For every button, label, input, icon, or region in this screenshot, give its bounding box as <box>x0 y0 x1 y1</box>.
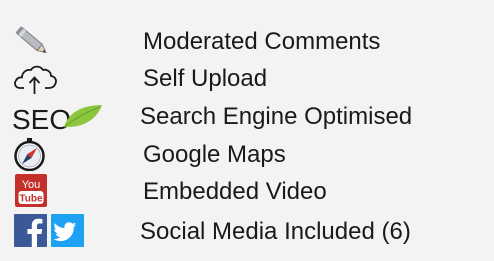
feature-row-embedded-video: You Tube Embedded Video <box>4 174 490 208</box>
twitter-icon <box>51 214 84 247</box>
feature-label: Social Media Included (6) <box>140 218 411 245</box>
feature-label: Embedded Video <box>143 178 327 205</box>
feature-row-seo: SEO Search Engine Optimised <box>4 99 490 133</box>
pencil-icon <box>12 24 102 58</box>
feature-label: Moderated Comments <box>143 28 381 55</box>
seo-leaf-icon: SEO <box>12 99 102 133</box>
youtube-icon: You Tube <box>12 174 102 208</box>
cloud-upload-icon <box>12 61 102 95</box>
feature-label: Google Maps <box>143 141 286 168</box>
facebook-twitter-icons <box>12 214 102 248</box>
youtube-text-bottom: Tube <box>19 194 43 205</box>
feature-label: Self Upload <box>143 65 268 92</box>
youtube-text-top: You <box>22 179 41 191</box>
feature-row-google-maps: Google Maps <box>4 137 490 171</box>
feature-row-social-media: Social Media Included (6) <box>4 214 490 248</box>
facebook-icon <box>14 214 47 247</box>
feature-label: Search Engine Optimised <box>140 103 413 130</box>
features-panel: Moderated Comments Self Upload SEO Searc… <box>4 4 490 257</box>
seo-text: SEO <box>12 104 71 133</box>
feature-row-moderated-comments: Moderated Comments <box>4 24 490 58</box>
compass-icon <box>12 137 102 171</box>
feature-row-self-upload: Self Upload <box>4 61 490 95</box>
